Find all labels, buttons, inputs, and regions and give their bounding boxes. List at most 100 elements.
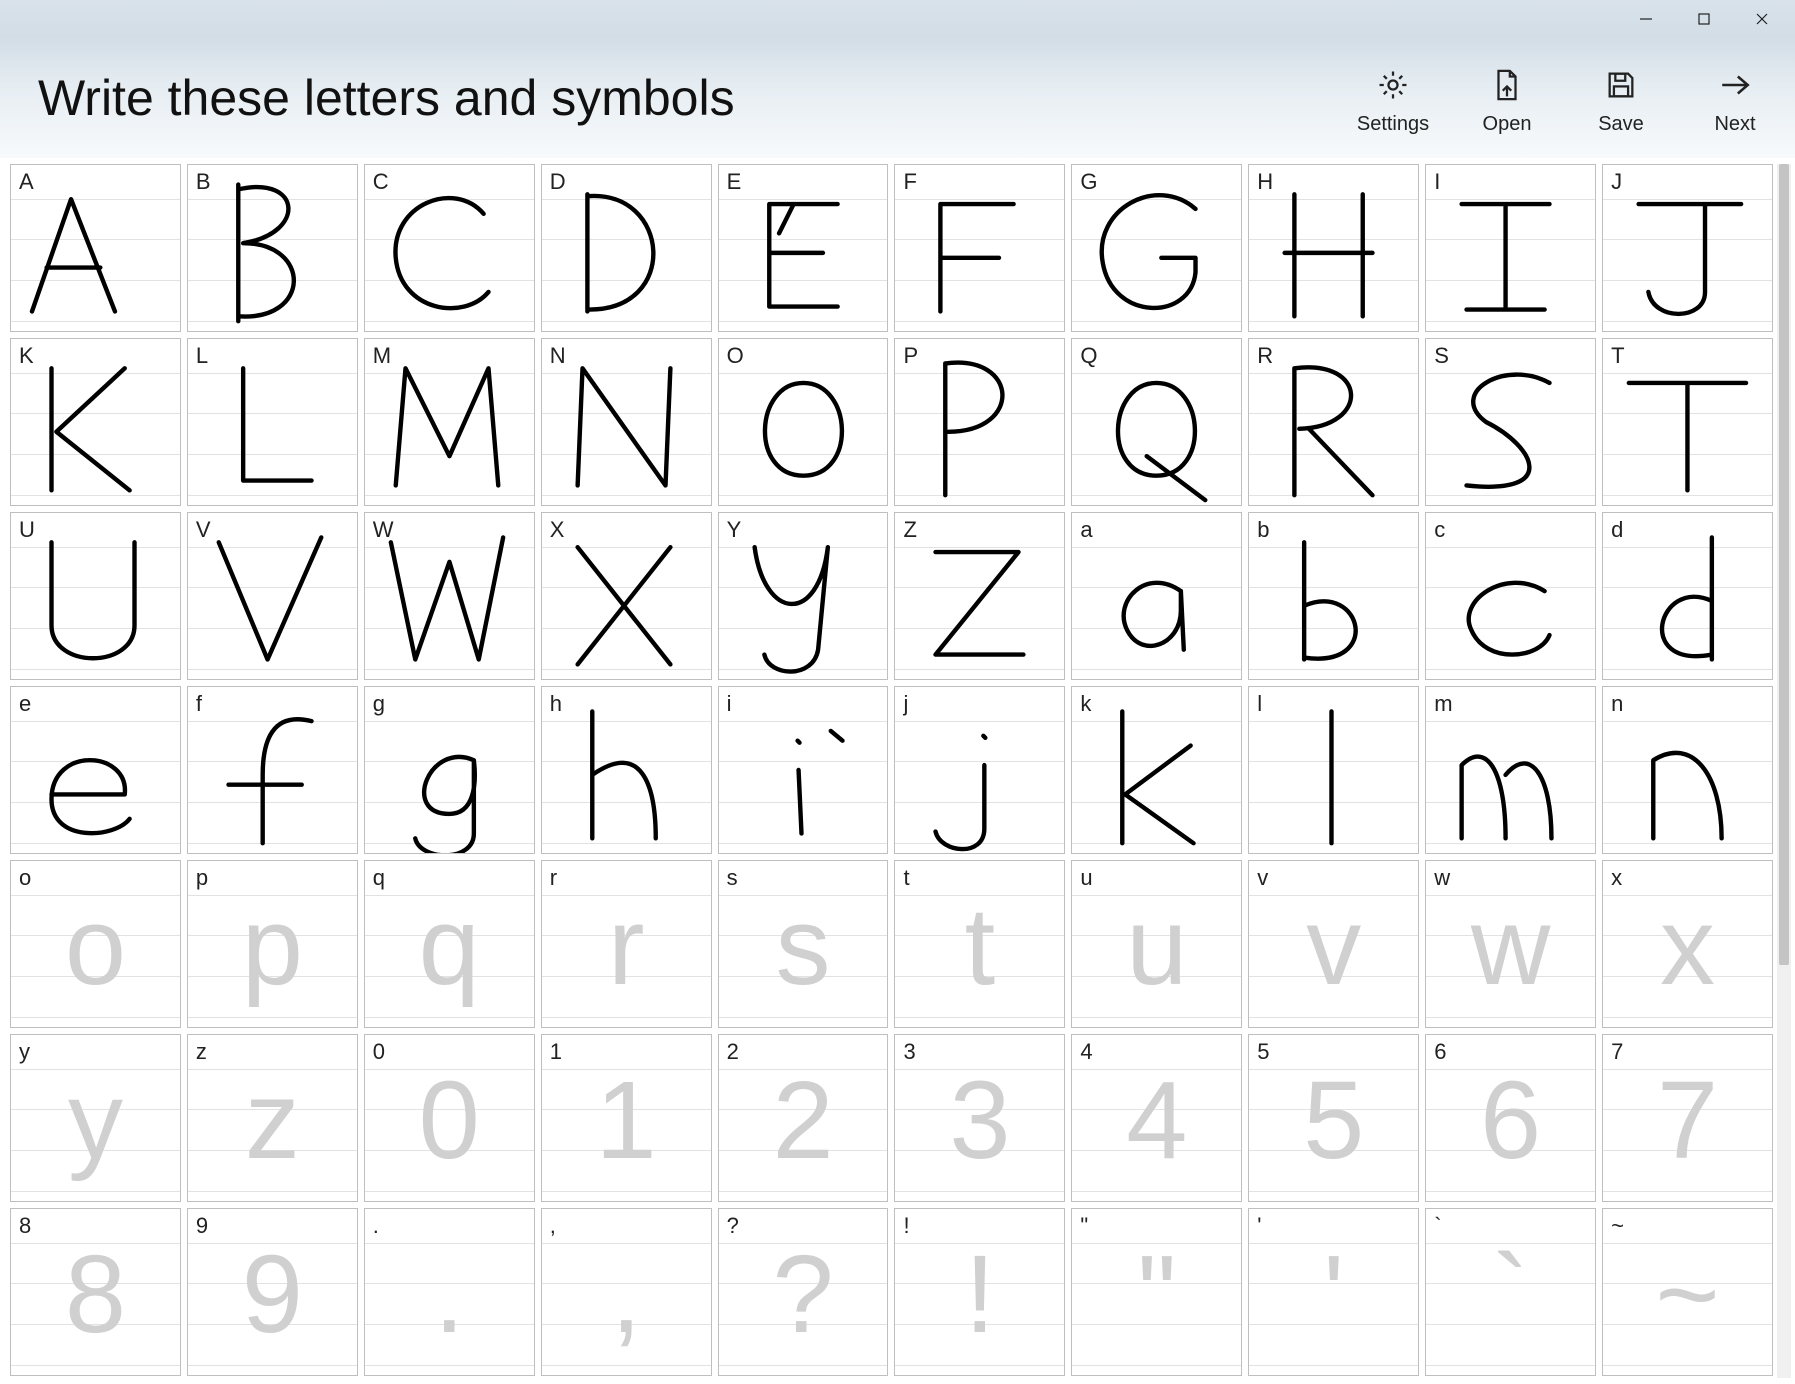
handwriting-ink (1072, 513, 1241, 679)
cell-label: 0 (373, 1039, 385, 1065)
handwriting-cell[interactable]: 11 (541, 1034, 712, 1202)
handwriting-cell[interactable]: pp (187, 860, 358, 1028)
handwriting-cell[interactable]: vv (1248, 860, 1419, 1028)
handwriting-cell[interactable]: i (718, 686, 889, 854)
handwriting-cell[interactable]: l (1248, 686, 1419, 854)
handwriting-cell[interactable]: Q (1071, 338, 1242, 506)
handwriting-ink (11, 687, 180, 853)
handwriting-cell[interactable]: c (1425, 512, 1596, 680)
handwriting-cell[interactable]: X (541, 512, 712, 680)
handwriting-cell[interactable]: j (894, 686, 1065, 854)
handwriting-cell[interactable]: .. (364, 1208, 535, 1376)
handwriting-cell[interactable]: zz (187, 1034, 358, 1202)
handwriting-ink (365, 513, 534, 679)
cell-hint-glyph: . (365, 1209, 534, 1375)
handwriting-cell[interactable]: 44 (1071, 1034, 1242, 1202)
handwriting-cell[interactable]: g (364, 686, 535, 854)
handwriting-cell[interactable]: Y (718, 512, 889, 680)
cell-hint-glyph: q (365, 861, 534, 1027)
handwriting-cell[interactable]: 55 (1248, 1034, 1419, 1202)
handwriting-cell[interactable]: B (187, 164, 358, 332)
handwriting-cell[interactable]: I (1425, 164, 1596, 332)
handwriting-cell[interactable]: ss (718, 860, 889, 1028)
handwriting-cell[interactable]: n (1602, 686, 1773, 854)
cell-label: x (1611, 865, 1622, 891)
handwriting-cell[interactable]: 66 (1425, 1034, 1596, 1202)
handwriting-cell[interactable]: !! (894, 1208, 1065, 1376)
scrollbar-thumb[interactable] (1779, 164, 1789, 965)
handwriting-cell[interactable]: F (894, 164, 1065, 332)
cell-hint-glyph: r (542, 861, 711, 1027)
handwriting-cell[interactable]: L (187, 338, 358, 506)
handwriting-cell[interactable]: V (187, 512, 358, 680)
handwriting-cell[interactable]: rr (541, 860, 712, 1028)
cell-label: r (550, 865, 557, 891)
handwriting-cell[interactable]: N (541, 338, 712, 506)
handwriting-ink (11, 339, 180, 505)
settings-button[interactable]: Settings (1353, 68, 1433, 136)
open-button[interactable]: Open (1467, 68, 1547, 136)
handwriting-cell[interactable]: Z (894, 512, 1065, 680)
handwriting-ink (1603, 513, 1772, 679)
handwriting-cell[interactable]: ww (1425, 860, 1596, 1028)
handwriting-cell[interactable]: e (10, 686, 181, 854)
handwriting-cell[interactable]: 33 (894, 1034, 1065, 1202)
handwriting-cell[interactable]: f (187, 686, 358, 854)
handwriting-cell[interactable]: a (1071, 512, 1242, 680)
handwriting-cell[interactable]: A (10, 164, 181, 332)
handwriting-cell[interactable]: yy (10, 1034, 181, 1202)
next-button[interactable]: Next (1695, 68, 1775, 136)
cell-hint-glyph: ! (895, 1209, 1064, 1375)
save-button[interactable]: Save (1581, 68, 1661, 136)
minimize-button[interactable] (1617, 0, 1675, 38)
handwriting-cell[interactable]: '' (1248, 1208, 1419, 1376)
handwriting-cell[interactable]: qq (364, 860, 535, 1028)
handwriting-cell[interactable]: J (1602, 164, 1773, 332)
handwriting-cell[interactable]: T (1602, 338, 1773, 506)
handwriting-cell[interactable]: 77 (1602, 1034, 1773, 1202)
handwriting-cell[interactable]: 99 (187, 1208, 358, 1376)
handwriting-cell[interactable]: 22 (718, 1034, 889, 1202)
close-button[interactable] (1733, 0, 1791, 38)
handwriting-cell[interactable]: E (718, 164, 889, 332)
handwriting-cell[interactable]: ~~ (1602, 1208, 1773, 1376)
handwriting-cell[interactable]: b (1248, 512, 1419, 680)
handwriting-cell[interactable]: U (10, 512, 181, 680)
handwriting-cell[interactable]: uu (1071, 860, 1242, 1028)
handwriting-ink (719, 513, 888, 679)
handwriting-cell[interactable]: D (541, 164, 712, 332)
handwriting-cell[interactable]: O (718, 338, 889, 506)
handwriting-cell[interactable]: "" (1071, 1208, 1242, 1376)
handwriting-cell[interactable]: xx (1602, 860, 1773, 1028)
handwriting-cell[interactable]: K (10, 338, 181, 506)
maximize-button[interactable] (1675, 0, 1733, 38)
cell-hint-glyph: v (1249, 861, 1418, 1027)
handwriting-cell[interactable]: oo (10, 860, 181, 1028)
handwriting-cell[interactable]: `` (1425, 1208, 1596, 1376)
handwriting-cell[interactable]: ?? (718, 1208, 889, 1376)
handwriting-cell[interactable]: h (541, 686, 712, 854)
cell-hint-glyph: x (1603, 861, 1772, 1027)
handwriting-cell[interactable]: 00 (364, 1034, 535, 1202)
handwriting-cell[interactable]: H (1248, 164, 1419, 332)
handwriting-cell[interactable]: d (1602, 512, 1773, 680)
handwriting-cell[interactable]: k (1071, 686, 1242, 854)
handwriting-cell[interactable]: R (1248, 338, 1419, 506)
save-label: Save (1598, 113, 1644, 136)
handwriting-cell[interactable]: 88 (10, 1208, 181, 1376)
cell-hint-glyph: ' (1249, 1209, 1418, 1375)
handwriting-ink (1426, 687, 1595, 853)
handwriting-cell[interactable]: C (364, 164, 535, 332)
handwriting-cell[interactable]: ,, (541, 1208, 712, 1376)
handwriting-cell[interactable]: M (364, 338, 535, 506)
handwriting-ink (365, 339, 534, 505)
handwriting-ink (542, 339, 711, 505)
cell-label: ! (903, 1213, 909, 1239)
handwriting-cell[interactable]: S (1425, 338, 1596, 506)
handwriting-cell[interactable]: m (1425, 686, 1596, 854)
handwriting-cell[interactable]: G (1071, 164, 1242, 332)
handwriting-cell[interactable]: P (894, 338, 1065, 506)
handwriting-cell[interactable]: W (364, 512, 535, 680)
vertical-scrollbar[interactable] (1777, 164, 1791, 1378)
handwriting-cell[interactable]: tt (894, 860, 1065, 1028)
